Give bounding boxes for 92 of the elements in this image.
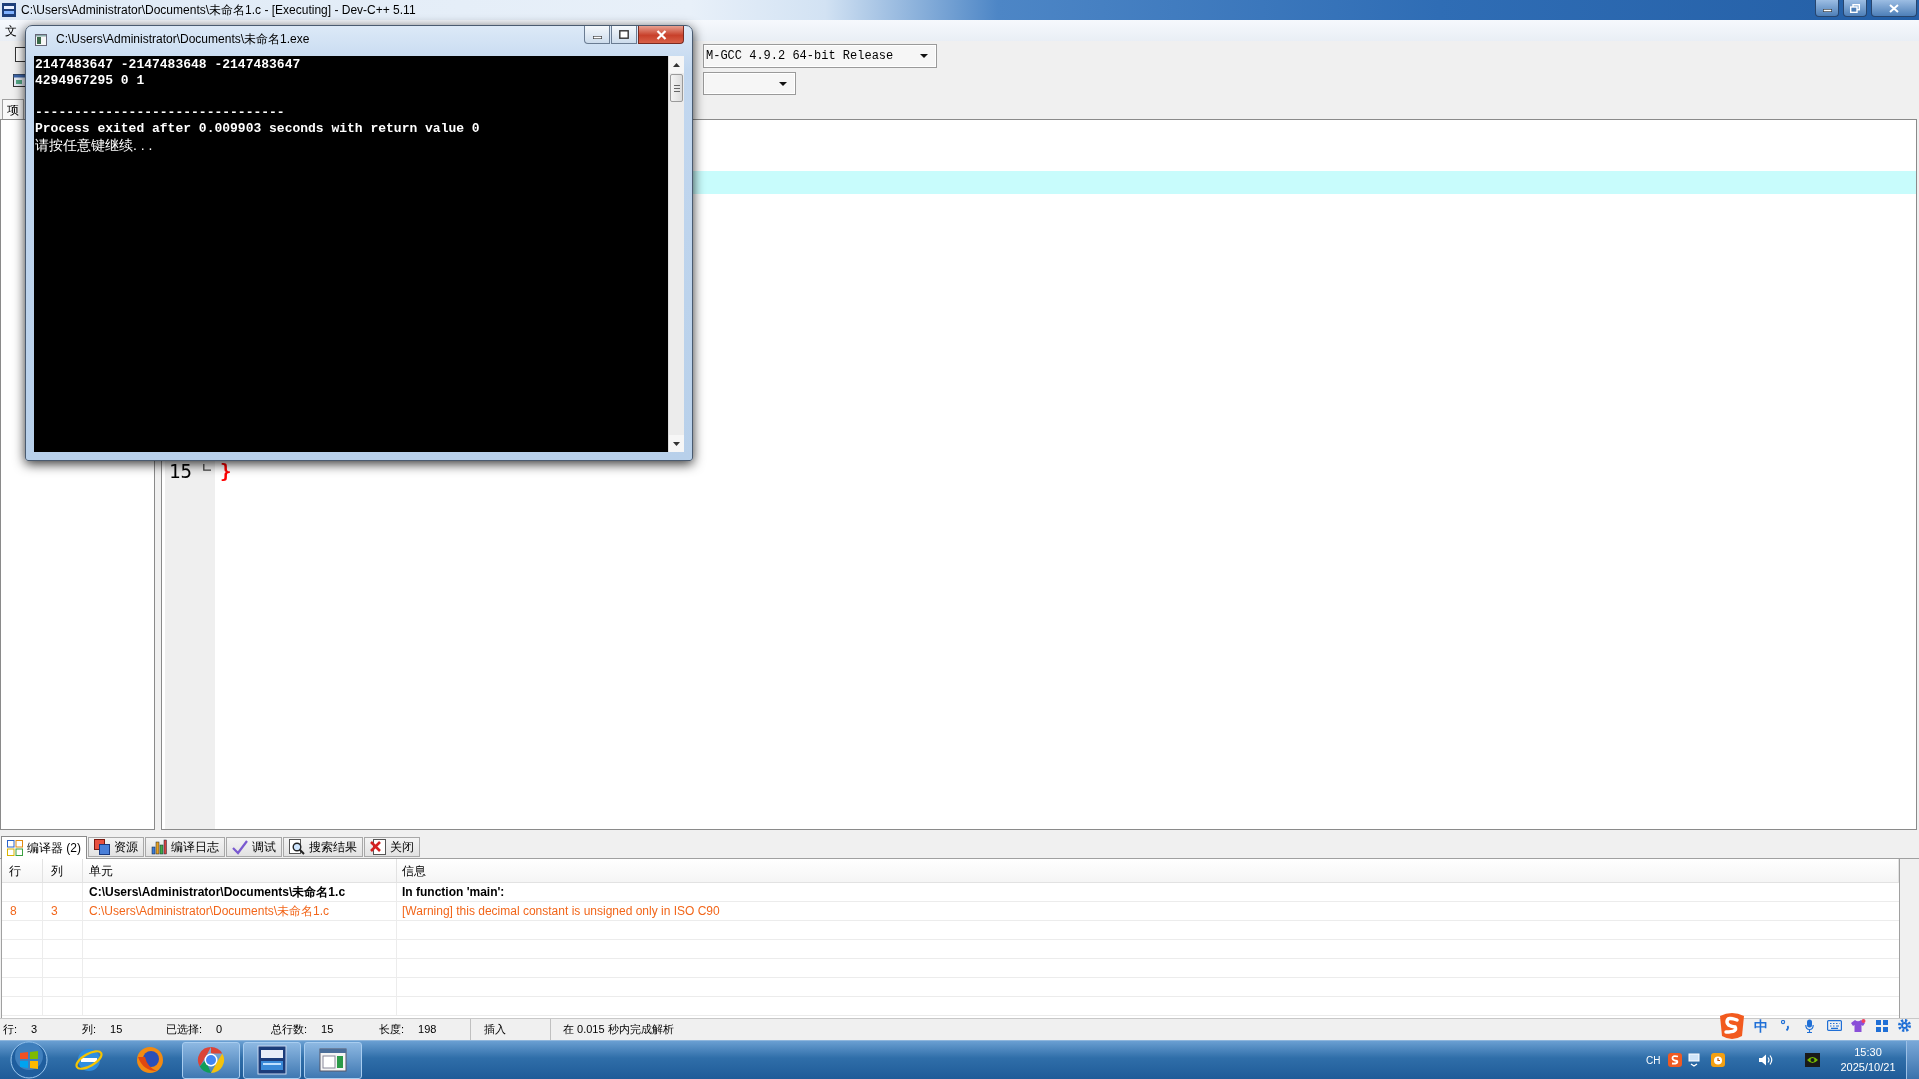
keyboard-icon[interactable] bbox=[1827, 1020, 1842, 1031]
status-value: 198 bbox=[418, 1022, 437, 1038]
compiler-select[interactable]: M-GCC 4.9.2 64-bit Release bbox=[703, 44, 937, 68]
close-button[interactable] bbox=[1871, 0, 1917, 17]
settings-icon[interactable] bbox=[1897, 1018, 1912, 1033]
chrome-ring-icon bbox=[196, 1045, 226, 1075]
window-icon bbox=[35, 34, 47, 46]
console-line: 4294967295 0 1 bbox=[35, 73, 145, 89]
scroll-down-button[interactable] bbox=[669, 435, 684, 452]
select-field[interactable] bbox=[703, 72, 796, 95]
close-icon bbox=[370, 839, 386, 855]
clock-date[interactable]: 2025/10/21 bbox=[1840, 1060, 1896, 1075]
show-desktop-button[interactable] bbox=[1906, 1041, 1919, 1079]
status-label: 已选择: bbox=[166, 1022, 203, 1038]
close-button[interactable] bbox=[638, 26, 684, 44]
down-arrow-icon bbox=[673, 441, 680, 446]
start-orb-icon bbox=[9, 1041, 48, 1079]
maximize-icon bbox=[619, 30, 629, 39]
column-header[interactable]: 列 bbox=[51, 861, 63, 880]
status-value: 15 bbox=[321, 1022, 334, 1038]
chip-icon bbox=[1805, 1053, 1820, 1067]
panel-tab[interactable]: 编译器 (2) bbox=[1, 836, 87, 859]
minimize-button[interactable] bbox=[584, 26, 610, 44]
window-icon bbox=[318, 1045, 348, 1075]
minimize-icon bbox=[592, 35, 602, 39]
scrollbar-thumb[interactable] bbox=[670, 74, 683, 102]
taskbar-button[interactable] bbox=[304, 1041, 362, 1079]
console-line: Process exited after 0.009903 seconds with return value 0 bbox=[35, 121, 480, 137]
dev-tile-icon bbox=[257, 1045, 287, 1075]
volume-icon bbox=[1758, 1053, 1773, 1067]
menu-item[interactable]: 文 bbox=[5, 22, 17, 39]
panel-tab[interactable]: 项 bbox=[2, 99, 24, 119]
up-arrow-icon bbox=[673, 62, 680, 67]
code-text: } bbox=[220, 459, 232, 483]
grid-icon bbox=[7, 840, 23, 856]
console-line: 2147483647 -2147483648 -2147483647 bbox=[35, 57, 301, 73]
stacked-squares-icon bbox=[94, 839, 110, 855]
table-cell-text: 8 bbox=[10, 903, 17, 920]
panel-tab[interactable]: 调试 bbox=[226, 837, 282, 857]
input-mode-button[interactable]: 中 bbox=[1754, 1017, 1768, 1034]
panel-tab[interactable]: 关闭 bbox=[364, 837, 420, 857]
table-cell-text: In function 'main': bbox=[402, 884, 505, 901]
status-text: 在 0.015 秒内完成解析 bbox=[563, 1022, 674, 1038]
taskbar-button[interactable] bbox=[243, 1041, 301, 1079]
status-label: 列: bbox=[82, 1022, 97, 1038]
monitor-icon bbox=[1688, 1053, 1700, 1067]
clock-time[interactable]: 15:30 bbox=[1854, 1045, 1882, 1060]
restore-icon bbox=[1850, 3, 1860, 13]
panel-tab[interactable]: 搜索结果 bbox=[283, 837, 363, 857]
fold-end-icon bbox=[203, 464, 211, 471]
minimize-icon bbox=[1822, 9, 1832, 12]
logo-icon bbox=[1668, 1053, 1682, 1067]
line-number: 15 bbox=[168, 459, 193, 483]
column-header[interactable]: 行 bbox=[9, 861, 21, 880]
status-value: 15 bbox=[110, 1022, 123, 1038]
microphone-icon[interactable] bbox=[1805, 1018, 1814, 1033]
panel-tab[interactable]: 编译日志 bbox=[145, 837, 225, 857]
caret-icon bbox=[920, 54, 928, 58]
window-title: C:\Users\Administrator\Documents\未命名1.c - [Executing] - Dev-C++ 5.11 bbox=[21, 2, 416, 19]
restore-button[interactable] bbox=[1843, 0, 1867, 17]
punctuation-icon[interactable] bbox=[1781, 1020, 1790, 1031]
console-line: -------------------------------- bbox=[35, 105, 285, 121]
column-header[interactable]: 信息 bbox=[402, 861, 426, 880]
column-header[interactable]: 单元 bbox=[89, 861, 113, 880]
scroll-up-button[interactable] bbox=[669, 56, 684, 73]
console-line: 请按任意键继续. . . bbox=[35, 137, 153, 153]
status-text: 插入 bbox=[484, 1022, 506, 1038]
fox-globe-icon bbox=[135, 1045, 165, 1075]
status-label: 总行数: bbox=[271, 1022, 308, 1038]
console-title: C:\Users\Administrator\Documents\未命名1.exe bbox=[56, 32, 310, 47]
table-cell-text: [Warning] this decimal constant is unsigned only in ISO C90 bbox=[402, 903, 720, 920]
minimize-button[interactable] bbox=[1815, 0, 1839, 17]
table-cell-text: C:\Users\Administrator\Documents\未命名1.c bbox=[89, 903, 330, 920]
shirt-icon[interactable] bbox=[1850, 1018, 1866, 1033]
status-value: 0 bbox=[216, 1022, 223, 1038]
status-value: 3 bbox=[31, 1022, 38, 1038]
table-cell-text: 3 bbox=[51, 903, 58, 920]
status-label: 长度: bbox=[379, 1022, 405, 1038]
status-label: 行: bbox=[3, 1022, 18, 1038]
close-icon bbox=[1889, 3, 1899, 13]
close-icon bbox=[655, 29, 667, 40]
search-icon bbox=[289, 839, 305, 855]
table-cell-text: C:\Users\Administrator\Documents\未命名1.c bbox=[89, 884, 346, 901]
alarm-icon bbox=[1711, 1053, 1725, 1067]
language-indicator[interactable]: CH bbox=[1646, 1052, 1662, 1068]
maximize-button[interactable] bbox=[611, 26, 637, 44]
app-icon bbox=[2, 3, 16, 17]
caret-icon bbox=[779, 81, 787, 86]
panel-tab[interactable]: 资源 bbox=[88, 837, 144, 857]
bar-chart-icon bbox=[151, 839, 167, 855]
grid-icon[interactable] bbox=[1876, 1019, 1888, 1032]
check-icon bbox=[232, 839, 248, 855]
